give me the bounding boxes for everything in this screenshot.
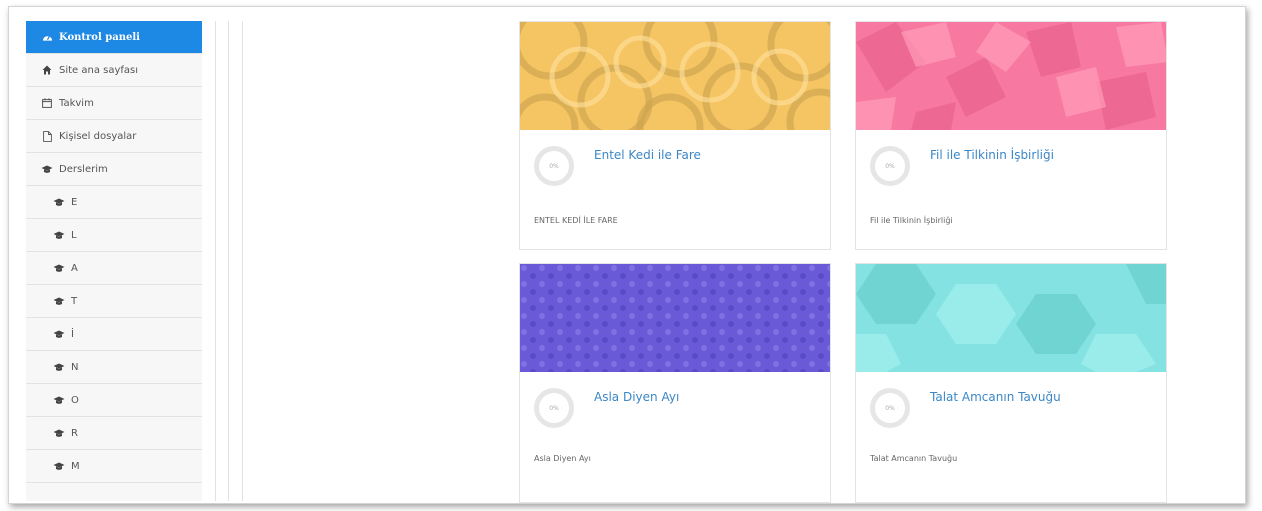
sidebar-item-label: Site ana sayfası xyxy=(59,64,139,76)
course-progress-ring: 0% xyxy=(534,388,574,428)
sidebar-course-item[interactable]: N xyxy=(26,351,202,384)
page-frame: Kontrol paneli Site ana sayfası Takvim K… xyxy=(8,6,1246,504)
graduation-cap-icon xyxy=(52,460,66,472)
sidebar-item-site-home[interactable]: Site ana sayfası xyxy=(26,54,202,87)
file-icon xyxy=(40,130,54,142)
sidebar-course-item[interactable]: İ xyxy=(26,318,202,351)
course-banner-image xyxy=(856,264,1166,372)
sidebar-course-item[interactable]: A xyxy=(26,252,202,285)
course-code-label: O xyxy=(71,394,79,406)
graduation-cap-icon xyxy=(52,229,66,241)
course-code-label: N xyxy=(71,361,79,373)
course-code-label: L xyxy=(71,229,77,241)
course-title-link[interactable]: Fil ile Tilkinin İşbirliği xyxy=(930,148,1054,162)
course-card[interactable]: 0% Talat Amcanın Tavuğu Talat Amcanın Ta… xyxy=(855,263,1167,503)
sidebar-course-item[interactable]: T xyxy=(26,285,202,318)
graduation-cap-icon xyxy=(52,262,66,274)
course-summary: Fil ile Tilkinin İşbirliği xyxy=(870,216,953,225)
course-progress-ring: 0% xyxy=(534,146,574,186)
sidebar-divider xyxy=(228,21,229,501)
course-card[interactable]: 0% Fil ile Tilkinin İşbirliği Fil ile Ti… xyxy=(855,21,1167,250)
course-card[interactable]: 0% Asla Diyen Ayı Asla Diyen Ayı xyxy=(519,263,831,503)
sidebar-course-item[interactable]: O xyxy=(26,384,202,417)
calendar-icon xyxy=(40,97,54,109)
sidebar-divider xyxy=(242,21,243,501)
course-code-label: İ xyxy=(71,328,74,340)
graduation-cap-icon xyxy=(52,196,66,208)
course-banner-image xyxy=(520,264,830,372)
course-code-label: E xyxy=(71,196,78,208)
sidebar-course-item[interactable]: E xyxy=(26,186,202,219)
sidebar-divider xyxy=(215,21,216,501)
course-code-label: R xyxy=(71,427,78,439)
sidebar-course-item[interactable]: M xyxy=(26,450,202,483)
course-summary: Talat Amcanın Tavuğu xyxy=(870,454,958,463)
sidebar-item-label: Kontrol paneli xyxy=(59,31,140,43)
course-code-label: T xyxy=(71,295,78,307)
sidebar-item-label: Derslerim xyxy=(59,163,108,175)
sidebar-item-private-files[interactable]: Kişisel dosyalar xyxy=(26,120,202,153)
course-banner-image xyxy=(520,22,830,130)
sidebar-nav: Kontrol paneli Site ana sayfası Takvim K… xyxy=(26,21,202,501)
course-summary: ENTEL KEDİ İLE FARE xyxy=(534,216,618,225)
sidebar-item-my-courses[interactable]: Derslerim xyxy=(26,153,202,186)
dashboard-icon xyxy=(40,31,54,43)
course-title-link[interactable]: Asla Diyen Ayı xyxy=(594,390,679,404)
graduation-cap-icon xyxy=(40,163,54,175)
graduation-cap-icon xyxy=(52,427,66,439)
course-summary: Asla Diyen Ayı xyxy=(534,454,591,463)
course-card[interactable]: 0% Entel Kedi ile Fare ENTEL KEDİ İLE FA… xyxy=(519,21,831,250)
graduation-cap-icon xyxy=(52,328,66,340)
sidebar-course-item[interactable]: R xyxy=(26,417,202,450)
sidebar-item-calendar[interactable]: Takvim xyxy=(26,87,202,120)
sidebar-item-label: Takvim xyxy=(59,97,94,109)
sidebar-course-item[interactable]: L xyxy=(26,219,202,252)
course-progress-ring: 0% xyxy=(870,388,910,428)
sidebar-item-dashboard[interactable]: Kontrol paneli xyxy=(26,21,202,54)
course-code-label: A xyxy=(71,262,78,274)
course-title-link[interactable]: Talat Amcanın Tavuğu xyxy=(930,390,1061,404)
sidebar-item-label: Kişisel dosyalar xyxy=(59,130,137,142)
course-banner-image xyxy=(856,22,1166,130)
graduation-cap-icon xyxy=(52,361,66,373)
course-code-label: M xyxy=(71,460,80,472)
graduation-cap-icon xyxy=(52,394,66,406)
home-icon xyxy=(40,64,54,76)
graduation-cap-icon xyxy=(52,295,66,307)
course-progress-ring: 0% xyxy=(870,146,910,186)
course-title-link[interactable]: Entel Kedi ile Fare xyxy=(594,148,701,162)
